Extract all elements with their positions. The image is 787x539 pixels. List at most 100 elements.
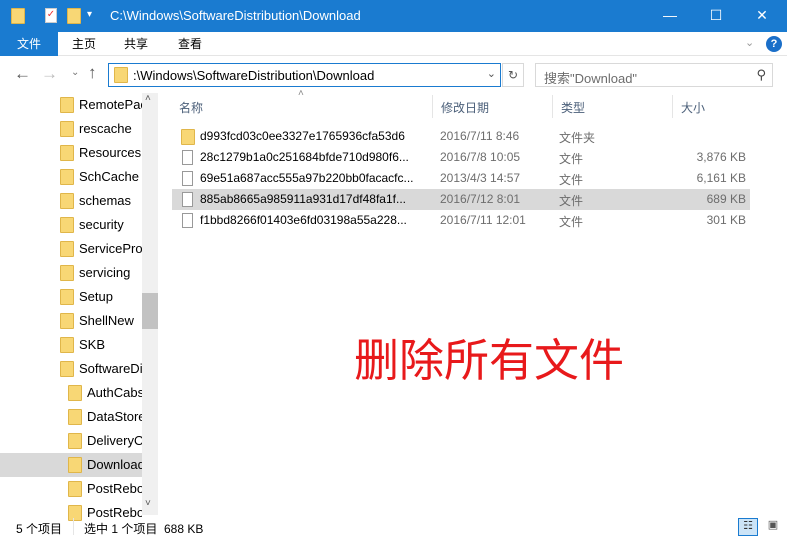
- details-view-button[interactable]: ☷: [738, 518, 758, 536]
- scroll-down-icon[interactable]: ˅: [145, 498, 151, 509]
- folder-icon: [60, 337, 74, 353]
- folder-icon: [60, 265, 74, 281]
- properties-icon[interactable]: ✓: [45, 8, 57, 23]
- close-button[interactable]: ✕: [739, 0, 785, 32]
- folder-icon: [68, 433, 82, 449]
- scroll-up-icon[interactable]: ˄: [145, 93, 151, 104]
- nav-item[interactable]: DeliveryOptimization: [0, 429, 142, 453]
- nav-item[interactable]: SKB: [0, 333, 142, 357]
- folder-icon: [114, 67, 128, 83]
- selection-info: 选中 1 个项目 688 KB: [84, 522, 204, 536]
- nav-item[interactable]: ServiceProfiles: [0, 237, 142, 261]
- folder-icon: [68, 457, 82, 473]
- folder-icon: [11, 8, 25, 24]
- ribbon-tabs: 文件 主页 共享 查看 ⌄ ?: [0, 32, 787, 56]
- large-icons-view-button[interactable]: ▣: [763, 518, 783, 536]
- file-row[interactable]: 69e51a687acc555a97b220bb0facacfc... 2013/…: [172, 168, 750, 189]
- column-header-date[interactable]: 修改日期: [433, 95, 553, 118]
- search-icon[interactable]: ⚲: [756, 67, 766, 83]
- tab-share[interactable]: 共享: [124, 32, 148, 56]
- file-date: 2016/7/11 8:46: [440, 129, 520, 143]
- nav-item-label: rescache: [79, 121, 132, 136]
- column-header-size[interactable]: 大小: [673, 95, 753, 118]
- quick-access-dropdown-icon[interactable]: ▾: [87, 9, 92, 20]
- recent-dropdown-icon[interactable]: ⌄: [71, 67, 79, 78]
- nav-item[interactable]: security: [0, 213, 142, 237]
- tab-home[interactable]: 主页: [72, 32, 96, 56]
- folder-icon: [60, 145, 74, 161]
- file-icon: [182, 213, 193, 228]
- minimize-button[interactable]: —: [647, 0, 693, 32]
- nav-item-label: RemotePackages: [79, 97, 142, 112]
- maximize-button[interactable]: ☐: [693, 0, 739, 32]
- nav-item-label: DeliveryOptimization: [87, 433, 142, 448]
- nav-item-label: security: [79, 217, 124, 232]
- nav-item-label: PostRebootEventCache: [87, 481, 142, 496]
- nav-item[interactable]: ShellNew: [0, 309, 142, 333]
- file-name: 28c1279b1a0c251684bfde710d980f6...: [200, 150, 409, 164]
- address-bar[interactable]: :\Windows\SoftwareDistribution\Download …: [108, 63, 501, 87]
- expand-ribbon-icon[interactable]: ⌄: [745, 36, 754, 49]
- window-title: C:\Windows\SoftwareDistribution\Download: [110, 8, 361, 23]
- search-input[interactable]: 搜索"Download" ⚲: [535, 63, 773, 87]
- file-row[interactable]: 28c1279b1a0c251684bfde710d980f6... 2016/7…: [172, 147, 750, 168]
- file-icon: [182, 192, 193, 207]
- folder-icon: [60, 97, 74, 113]
- nav-item[interactable]: DataStore: [0, 405, 142, 429]
- nav-item[interactable]: schemas: [0, 189, 142, 213]
- nav-item[interactable]: Download: [0, 453, 142, 477]
- nav-item[interactable]: servicing: [0, 261, 142, 285]
- file-date: 2013/4/3 14:57: [440, 171, 521, 185]
- file-row[interactable]: f1bbd8266f01403e6fd03198a55a228... 2016/7…: [172, 210, 750, 231]
- file-type: 文件: [559, 173, 584, 187]
- folder-icon: [60, 217, 74, 233]
- nav-item[interactable]: PostRebootEventCache: [0, 477, 142, 501]
- column-header-name[interactable]: 名称: [171, 95, 433, 118]
- nav-item-label: SoftwareDistribution: [79, 361, 142, 376]
- refresh-button[interactable]: ↻: [502, 63, 524, 87]
- folder-icon: [60, 169, 74, 185]
- folder-icon: [60, 361, 74, 377]
- address-path[interactable]: :\Windows\SoftwareDistribution\Download: [133, 68, 374, 83]
- forward-icon[interactable]: →: [41, 64, 58, 84]
- file-date: 2016/7/8 10:05: [440, 150, 521, 164]
- file-type: 文件夹: [559, 131, 596, 145]
- file-row[interactable]: 885ab8665a985911a931d17df48fa1f... 2016/7…: [172, 189, 750, 210]
- file-name: 69e51a687acc555a97b220bb0facacfc...: [200, 171, 414, 185]
- address-dropdown-icon[interactable]: ⌄: [487, 67, 496, 80]
- file-size: 301 KB: [706, 213, 746, 227]
- nav-item[interactable]: RemotePackages: [0, 93, 142, 117]
- tab-file[interactable]: 文件: [0, 32, 58, 56]
- file-size: 689 KB: [706, 192, 746, 206]
- nav-item-label: Download: [87, 457, 142, 472]
- tab-view[interactable]: 查看: [178, 32, 202, 56]
- nav-item-label: ShellNew: [79, 313, 134, 328]
- nav-item[interactable]: SoftwareDistribution: [0, 357, 142, 381]
- folder-icon: [68, 409, 82, 425]
- nav-item[interactable]: rescache: [0, 117, 142, 141]
- nav-item-label: ServiceProfiles: [79, 241, 142, 256]
- help-icon[interactable]: ?: [766, 36, 782, 52]
- title-bar: ✓ ▾ C:\Windows\SoftwareDistribution\Down…: [0, 0, 787, 32]
- item-count: 5 个项目: [16, 522, 63, 536]
- folder-icon: [60, 289, 74, 305]
- file-type: 文件: [559, 194, 584, 208]
- file-row[interactable]: d993fcd03c0ee3327e1765936cfa53d6 2016/7/1…: [172, 126, 750, 147]
- column-header-type[interactable]: 类型: [553, 95, 673, 118]
- nav-item[interactable]: Resources: [0, 141, 142, 165]
- back-icon[interactable]: ←: [14, 64, 31, 84]
- file-name: d993fcd03c0ee3327e1765936cfa53d6: [200, 129, 405, 143]
- nav-scrollbar-thumb[interactable]: [142, 293, 158, 329]
- folder-icon: [181, 129, 195, 145]
- nav-item[interactable]: Setup: [0, 285, 142, 309]
- nav-item-label: AuthCabs: [87, 385, 142, 400]
- folder-icon: [68, 481, 82, 497]
- nav-item-label: DataStore: [87, 409, 142, 424]
- divider: [73, 518, 74, 535]
- nav-item[interactable]: AuthCabs: [0, 381, 142, 405]
- new-folder-icon[interactable]: [67, 8, 81, 24]
- up-icon[interactable]: ↑: [88, 63, 97, 83]
- nav-item-label: Resources: [79, 145, 142, 160]
- file-type: 文件: [559, 215, 584, 229]
- nav-item[interactable]: SchCache: [0, 165, 142, 189]
